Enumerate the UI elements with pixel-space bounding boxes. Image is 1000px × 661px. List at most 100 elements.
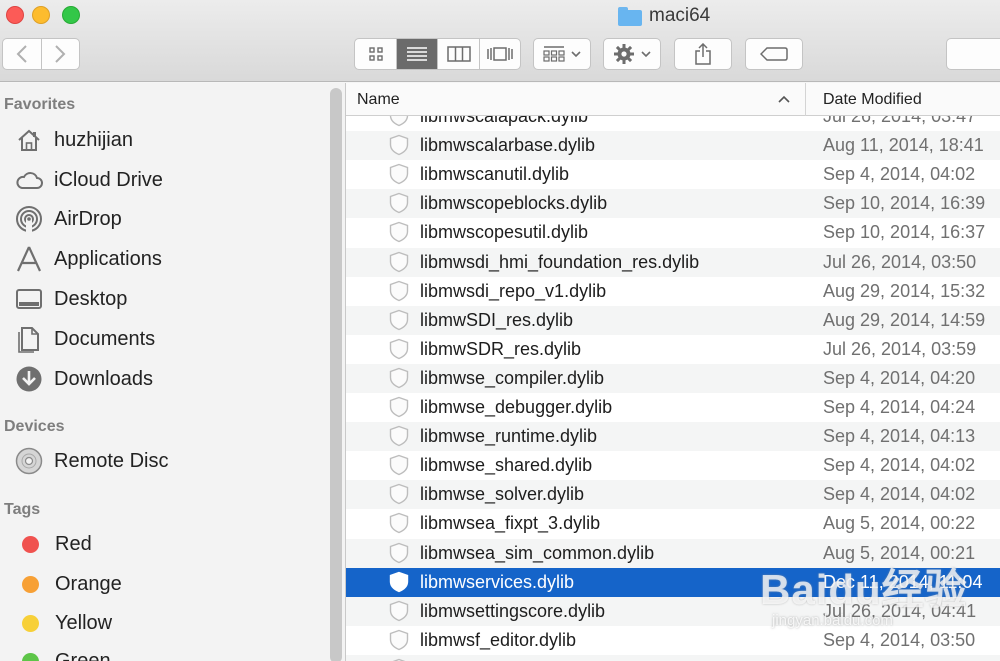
- dylib-file-icon: [388, 571, 410, 593]
- search-field[interactable]: [946, 38, 1000, 70]
- sidebar-tag-yellow[interactable]: Yellow: [14, 608, 324, 638]
- window-title-text: maci64: [649, 5, 711, 26]
- file-date-modified: Dec 11, 2014, 11:04: [823, 571, 983, 592]
- table-row[interactable]: libmwse_shared.dylib Sep 4, 2014, 04:02: [346, 451, 1000, 480]
- tags-heading: Tags: [4, 501, 41, 518]
- table-row[interactable]: libmwse_debugger.dylib Sep 4, 2014, 04:24: [346, 393, 1000, 422]
- table-row[interactable]: libmwse_solver.dylib Sep 4, 2014, 04:02: [346, 480, 1000, 510]
- dylib-file-icon: [388, 396, 410, 418]
- table-row[interactable]: libmwscalarbase.dylib Aug 11, 2014, 18:41: [346, 131, 1000, 161]
- sidebar-scrollbar[interactable]: [330, 88, 342, 661]
- sidebar-item-downloads[interactable]: Downloads: [14, 364, 324, 394]
- chevron-down-icon: [571, 51, 581, 58]
- chevron-left-icon: [16, 45, 27, 63]
- dylib-file-icon: [388, 600, 410, 622]
- sidebar-item-label: Applications: [54, 247, 162, 270]
- edit-tags-button[interactable]: [745, 38, 803, 70]
- list-view-icon: [407, 47, 428, 61]
- back-button[interactable]: [3, 39, 41, 69]
- sidebar-item-icloud-drive[interactable]: iCloud Drive: [14, 165, 324, 195]
- table-row[interactable]: libmwsdi_repo_v1.dylib Aug 29, 2014, 15:3…: [346, 277, 1000, 306]
- icon-view-button[interactable]: [355, 39, 396, 69]
- table-row[interactable]: libmwscalapack.dylib Jul 26, 2014, 03:47: [346, 116, 1000, 131]
- sidebar-item-remote-disc[interactable]: Remote Disc: [14, 446, 324, 476]
- column-header-name[interactable]: Name: [357, 91, 400, 109]
- sidebar-item-label: Red: [55, 532, 92, 555]
- file-list: Name Date Modified libmwscalapack.dylib J…: [346, 83, 1000, 661]
- file-name: libmwscopeblocks.dylib: [420, 193, 608, 214]
- sidebar-item-label: Desktop: [54, 287, 128, 310]
- sidebar-item-label: Documents: [54, 327, 156, 350]
- share-button[interactable]: [674, 38, 732, 70]
- sidebar-item-home[interactable]: huzhijian: [14, 125, 324, 155]
- file-name: libmwsea_fixpt_3.dylib: [420, 513, 601, 534]
- sidebar-tag-orange[interactable]: Orange: [14, 569, 324, 599]
- table-row[interactable]: libmwsf_editor.dylib Sep 4, 2014, 03:50: [346, 626, 1000, 655]
- applications-icon: [14, 244, 44, 274]
- window-toolbar: maci64: [0, 0, 1000, 82]
- red-tag-dot-icon: [22, 535, 39, 553]
- minimize-window-button[interactable]: [32, 6, 50, 24]
- gear-icon: [614, 44, 634, 64]
- table-row[interactable]: libmwse_runtime.dylib Sep 4, 2014, 04:13: [346, 422, 1000, 452]
- file-name: libmwscanutil.dylib: [420, 164, 570, 185]
- table-row[interactable]: libmwscopesutil.dylib Sep 10, 2014, 16:37: [346, 218, 1000, 247]
- dylib-file-icon: [388, 221, 410, 243]
- disc-icon: [14, 446, 44, 476]
- dylib-file-icon: [388, 425, 410, 447]
- zoom-window-button[interactable]: [62, 6, 80, 24]
- close-window-button[interactable]: [6, 6, 24, 24]
- table-row[interactable]: libmwSDR_res.dylib Jul 26, 2014, 03:59: [346, 335, 1000, 364]
- sidebar-tag-green[interactable]: Green: [14, 646, 324, 661]
- list-view-button[interactable]: [396, 39, 438, 69]
- sort-ascending-icon[interactable]: [778, 89, 790, 113]
- file-name: libmwSDI_res.dylib: [420, 309, 574, 330]
- grid-arrange-icon: [543, 46, 565, 62]
- table-row[interactable]: libmwse_compiler.dylib Sep 4, 2014, 04:20: [346, 363, 1000, 393]
- column-header-date-modified[interactable]: Date Modified: [823, 91, 922, 109]
- file-name: libmwsf_editor.dylib: [420, 629, 577, 650]
- file-date-modified: Sep 10, 2014, 16:39: [823, 193, 986, 214]
- column-view-button[interactable]: [437, 39, 478, 69]
- sidebar-item-label: iCloud Drive: [54, 168, 163, 191]
- forward-button[interactable]: [40, 39, 79, 69]
- table-row-selected[interactable]: libmwservices.dylib Dec 11, 2014, 11:04: [346, 567, 1000, 597]
- table-row[interactable]: libmwsdi_hmi_foundation_res.dylib Jul 26,…: [346, 247, 1000, 277]
- file-name: libmwse_compiler.dylib: [420, 367, 605, 388]
- table-row[interactable]: libmwSDI_res.dylib Aug 29, 2014, 14:59: [346, 305, 1000, 335]
- file-date-modified: Sep 4, 2014, 04:02: [823, 455, 976, 476]
- cover-flow-view-button[interactable]: [478, 39, 520, 69]
- file-date-modified: Sep 4, 2014, 04:24: [823, 397, 976, 417]
- file-name: libmwscalarbase.dylib: [420, 135, 596, 156]
- table-row[interactable]: libmwsettingscore.dylib Jul 26, 2014, 04:…: [346, 596, 1000, 626]
- sidebar-item-applications[interactable]: Applications: [14, 244, 324, 274]
- file-date-modified: Jul 26, 2014, 04:41: [823, 600, 977, 621]
- action-button[interactable]: [603, 38, 661, 70]
- chevron-down-icon: [641, 51, 651, 58]
- sidebar-item-label: Green: [55, 649, 111, 661]
- table-row[interactable]: libmwsf_runtime.dylibSep 4, 2014, 03:29: [346, 654, 1000, 661]
- desktop-icon: [14, 284, 44, 314]
- sidebar-item-airdrop[interactable]: AirDrop: [14, 204, 324, 234]
- sidebar: Favorites huzhijian iCloud Drive AirDrop…: [0, 83, 345, 661]
- dylib-file-icon: [388, 512, 410, 534]
- table-row[interactable]: libmwsea_sim_common.dylib Aug 5, 2014, 00…: [346, 538, 1000, 568]
- column-separator[interactable]: [805, 83, 806, 116]
- table-row[interactable]: libmwscopeblocks.dylib Sep 10, 2014, 16:3…: [346, 189, 1000, 219]
- airdrop-icon: [14, 204, 44, 234]
- file-name: libmwse_debugger.dylib: [420, 397, 613, 417]
- arrange-button[interactable]: [533, 38, 591, 70]
- sidebar-item-documents[interactable]: Documents: [14, 324, 324, 354]
- table-row[interactable]: libmwscanutil.dylib Sep 4, 2014, 04:02: [346, 160, 1000, 189]
- table-row[interactable]: libmwsea_fixpt_3.dylib Aug 5, 2014, 00:22: [346, 509, 1000, 538]
- sidebar-tag-red[interactable]: Red: [14, 529, 324, 559]
- yellow-tag-dot-icon: [22, 614, 39, 632]
- dylib-file-icon: [388, 134, 410, 156]
- cover-flow-icon: [487, 47, 513, 61]
- dylib-file-icon: [388, 251, 410, 273]
- sidebar-item-desktop[interactable]: Desktop: [14, 284, 324, 314]
- sidebar-item-label: Remote Disc: [54, 449, 169, 472]
- folder-icon: [618, 6, 642, 26]
- view-mode-group: [354, 38, 521, 70]
- file-date-modified: Aug 5, 2014, 00:22: [823, 513, 976, 534]
